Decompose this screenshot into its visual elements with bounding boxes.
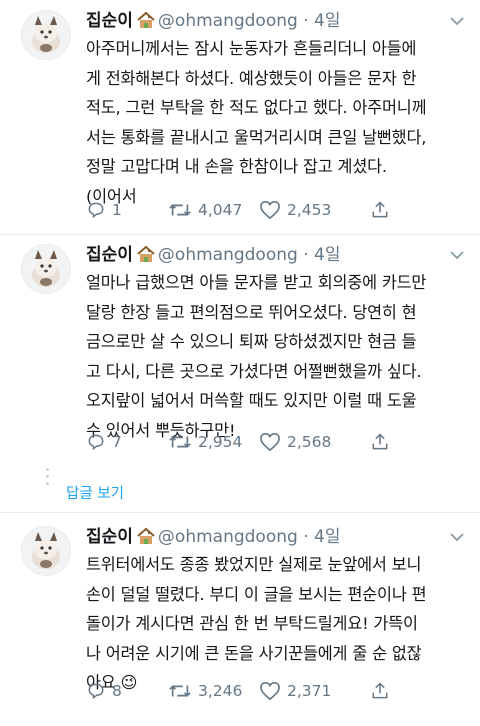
like-count: 2,371 — [287, 682, 332, 700]
chevron-down-icon[interactable] — [446, 530, 468, 544]
tweet-header: 집순이 @ohmangdoong · 4일 — [86, 244, 341, 269]
user-handle[interactable]: @ohmangdoong — [158, 245, 298, 265]
heart-icon — [260, 681, 280, 701]
tweet-actions: 8 3,246 2,371 — [86, 679, 426, 703]
reply-icon — [88, 202, 104, 219]
divider — [0, 234, 480, 235]
tweet-header: 집순이 @ohmangdoong · 4일 — [86, 526, 341, 551]
house-icon — [136, 245, 156, 269]
tweet-actions: 7 2,954 2,568 — [86, 430, 426, 454]
tweet-time[interactable]: 4일 — [314, 11, 340, 31]
retweet-count: 2,954 — [198, 433, 243, 451]
retweet-button[interactable]: 4,047 — [168, 198, 242, 222]
reply-button[interactable]: 7 — [86, 430, 122, 454]
tweet-time[interactable]: 4일 — [314, 245, 340, 265]
tweet-text: 아주머니께서는 잠시 눈동자가 흔들리더니 아들에 게 전화해본다 하셨다. 예… — [86, 39, 427, 206]
tweet-header: 집순이 @ohmangdoong · 4일 — [86, 10, 341, 35]
chevron-down-icon[interactable] — [446, 14, 468, 28]
like-count: 2,453 — [287, 201, 332, 219]
display-name[interactable]: 집순이 — [86, 527, 133, 547]
retweet-icon — [169, 436, 191, 448]
tweet-text: 얼마나 급했으면 아들 문자를 받고 회의중에 카드만 달랑 한장 들고 편의점… — [86, 273, 427, 440]
like-button[interactable]: 2,371 — [259, 679, 331, 703]
retweet-button[interactable]: 2,954 — [168, 430, 242, 454]
retweet-button[interactable]: 3,246 — [168, 679, 242, 703]
heart-icon — [260, 200, 280, 220]
share-icon — [372, 201, 388, 218]
reply-count: 8 — [112, 682, 122, 700]
user-handle[interactable]: @ohmangdoong — [158, 527, 298, 547]
dog-avatar-icon — [32, 532, 60, 569]
tweet-text: 트위터에서도 종종 봤었지만 실제로 눈앞에서 보니 손이 덜덜 떨렸다. 부디… — [86, 555, 427, 692]
reply-icon — [88, 434, 104, 451]
share-button[interactable] — [370, 430, 396, 454]
share-icon — [372, 433, 388, 450]
share-button[interactable] — [370, 679, 396, 703]
retweet-count: 3,246 — [198, 682, 243, 700]
reply-count: 1 — [112, 201, 122, 219]
show-replies-link[interactable]: 답글 보기 — [66, 482, 124, 503]
avatar[interactable] — [21, 526, 71, 576]
like-button[interactable]: 2,453 — [259, 198, 331, 222]
dog-avatar-icon — [32, 16, 60, 53]
display-name[interactable]: 집순이 — [86, 11, 133, 31]
display-name[interactable]: 집순이 — [86, 245, 133, 265]
share-icon — [372, 682, 388, 699]
chevron-down-icon[interactable] — [446, 248, 468, 262]
tweet-actions: 1 4,047 2,453 — [86, 198, 426, 222]
like-button[interactable]: 2,568 — [259, 430, 331, 454]
dog-avatar-icon — [32, 250, 60, 287]
house-icon — [136, 527, 156, 551]
retweet-icon — [169, 685, 191, 697]
avatar[interactable] — [21, 244, 71, 294]
heart-icon — [260, 432, 280, 452]
retweet-icon — [169, 204, 191, 216]
reply-count: 7 — [112, 433, 122, 451]
share-button[interactable] — [370, 198, 396, 222]
retweet-count: 4,047 — [198, 201, 243, 219]
user-handle[interactable]: @ohmangdoong — [158, 11, 298, 31]
reply-button[interactable]: 8 — [86, 679, 122, 703]
house-icon — [136, 11, 156, 35]
tweet-time[interactable]: 4일 — [314, 527, 340, 547]
thread-dots — [40, 464, 54, 489]
divider — [0, 512, 480, 513]
reply-icon — [88, 683, 104, 700]
avatar[interactable] — [21, 10, 71, 60]
reply-button[interactable]: 1 — [86, 198, 122, 222]
like-count: 2,568 — [287, 433, 332, 451]
